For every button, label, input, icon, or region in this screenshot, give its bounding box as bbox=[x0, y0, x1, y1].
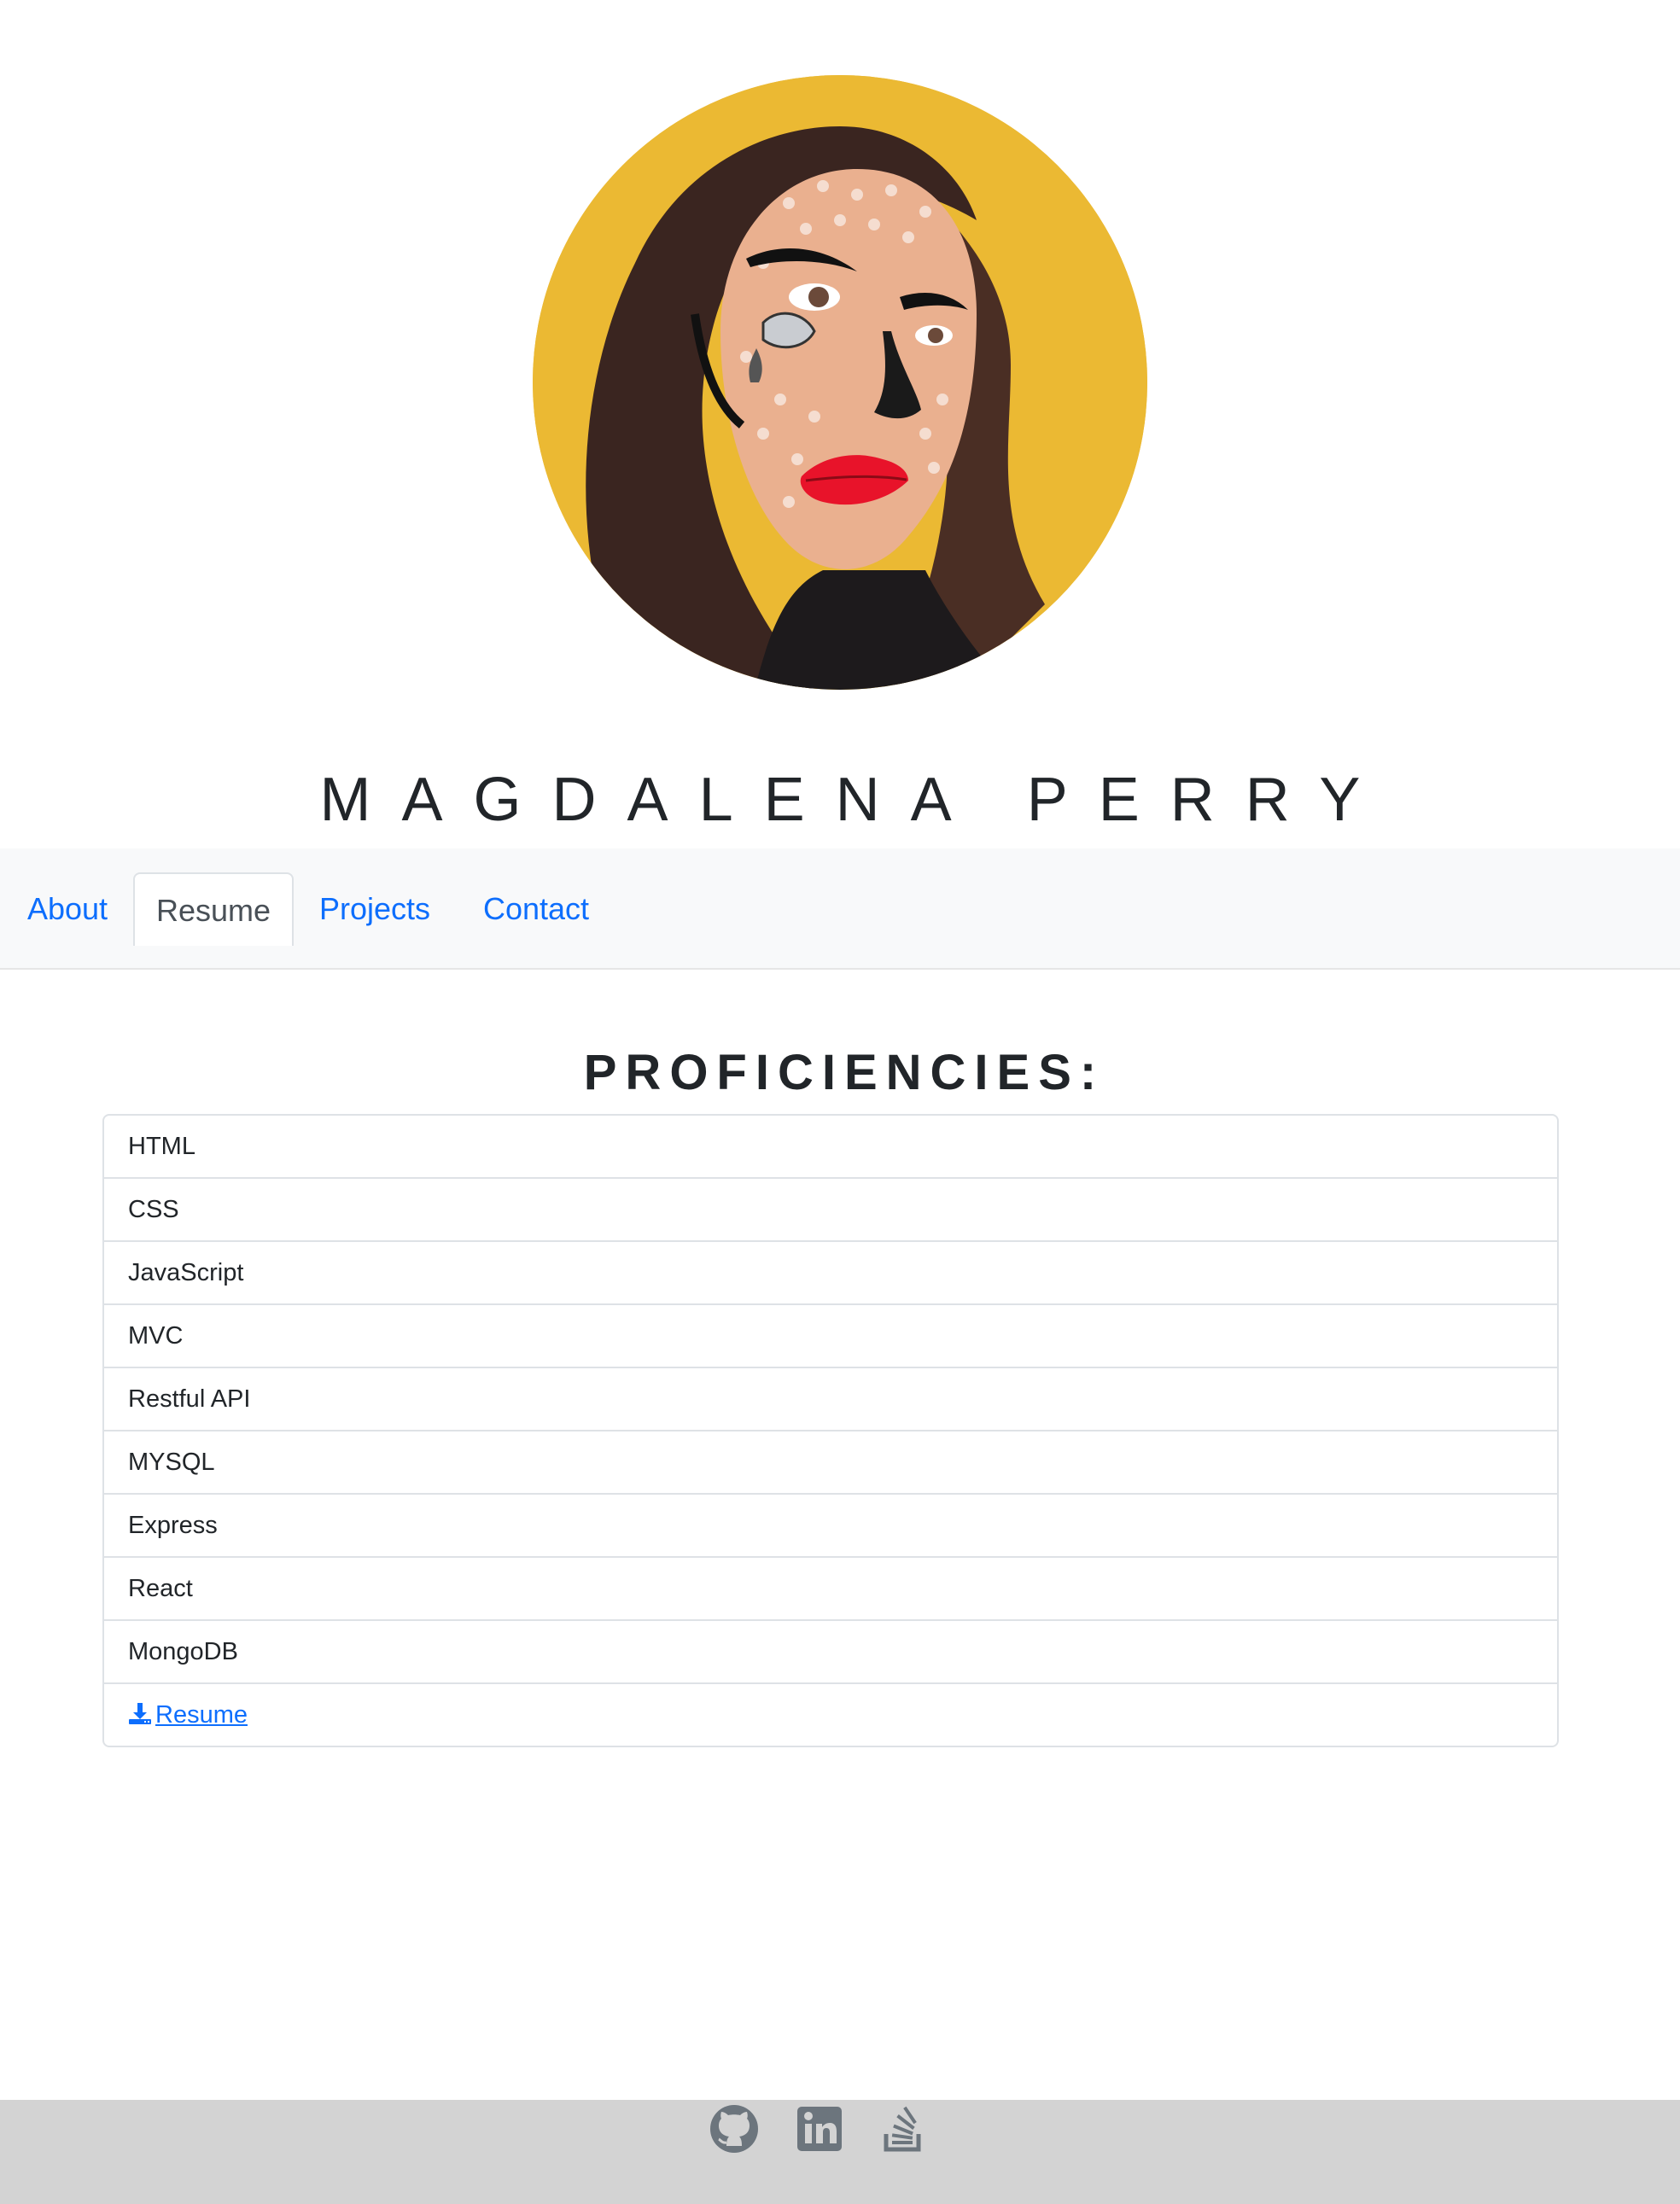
tab-resume[interactable]: Resume bbox=[133, 872, 294, 946]
list-item: MongoDB bbox=[104, 1619, 1557, 1682]
github-icon bbox=[710, 2105, 758, 2153]
profile-avatar bbox=[533, 75, 1147, 690]
stack-overflow-icon bbox=[884, 2106, 921, 2152]
list-item: CSS bbox=[104, 1177, 1557, 1240]
list-item: Express bbox=[104, 1493, 1557, 1556]
resume-download-link[interactable]: Resume bbox=[128, 1701, 248, 1729]
list-item: React bbox=[104, 1556, 1557, 1619]
list-item: MVC bbox=[104, 1303, 1557, 1367]
download-icon bbox=[129, 1703, 151, 1724]
resume-download-row: Resume bbox=[104, 1682, 1557, 1746]
list-item: Restful API bbox=[104, 1367, 1557, 1430]
list-item: HTML bbox=[128, 1133, 195, 1160]
linkedin-link[interactable] bbox=[794, 2103, 845, 2154]
resume-download-label: Resume bbox=[155, 1701, 248, 1729]
page-title: MAGDALENA PERRY bbox=[319, 766, 1391, 834]
linkedin-icon bbox=[797, 2107, 842, 2151]
avatar-illustration bbox=[533, 75, 1147, 690]
tab-about[interactable]: About bbox=[12, 872, 123, 946]
list-item: MYSQL bbox=[104, 1430, 1557, 1493]
page: MAGDALENA PERRY About Resume Projects Co… bbox=[0, 0, 1680, 2204]
stack-overflow-link[interactable] bbox=[878, 2103, 929, 2154]
tab-contact[interactable]: Contact bbox=[468, 872, 604, 946]
section-title: PROFICIENCIES: bbox=[583, 1045, 1105, 1100]
proficiency-list: HTML CSS JavaScript MVC Restful API MYSQ… bbox=[102, 1114, 1559, 1747]
list-item: JavaScript bbox=[104, 1240, 1557, 1303]
nav-bar: About Resume Projects Contact bbox=[0, 848, 1680, 970]
footer bbox=[0, 2100, 1680, 2204]
tab-projects[interactable]: Projects bbox=[304, 872, 446, 946]
github-link[interactable] bbox=[709, 2103, 760, 2154]
